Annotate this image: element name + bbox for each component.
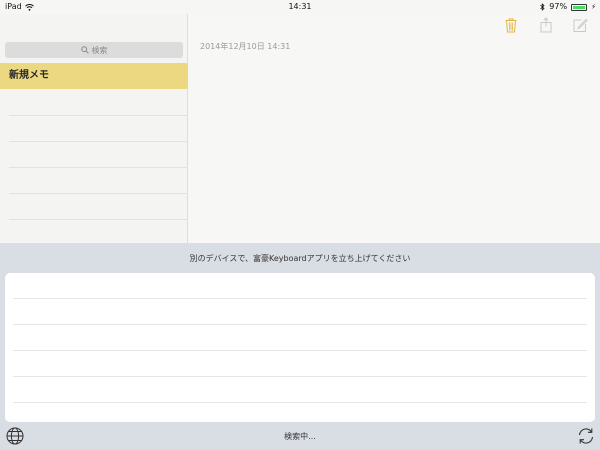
compose-icon[interactable] (572, 17, 588, 33)
list-separator (9, 141, 188, 142)
device-list[interactable] (5, 273, 595, 422)
bluetooth-icon (540, 3, 545, 11)
list-separator (9, 167, 188, 168)
battery-percent: 97% (549, 2, 568, 11)
battery-fill (573, 5, 585, 9)
status-bar: iPad 14:31 97% ⚡ (0, 0, 600, 14)
search-status: 検索中... (284, 432, 316, 441)
list-separator (9, 193, 188, 194)
refresh-icon[interactable] (576, 426, 596, 446)
note-list-item-selected[interactable]: 新規メモ (0, 63, 188, 89)
status-time: 14:31 (288, 2, 312, 11)
list-separator (13, 298, 587, 299)
battery-icon (571, 3, 588, 11)
note-editor[interactable]: 2014年12月10日 14:31 (189, 14, 600, 243)
list-separator (13, 324, 587, 325)
share-icon[interactable] (538, 17, 554, 33)
list-separator (9, 219, 188, 220)
keyboard-message: 別のデバイスで、富豪Keyboardアプリを立ち上げてください (189, 254, 411, 263)
note-date: 2014年12月10日 14:31 (200, 42, 291, 51)
list-separator (13, 376, 587, 377)
search-icon (80, 46, 89, 54)
search-input[interactable]: 検索 (5, 42, 183, 58)
keyboard-panel: 別のデバイスで、富豪Keyboardアプリを立ち上げてください 検索中... (0, 243, 600, 450)
trash-icon[interactable] (503, 17, 519, 33)
list-separator (13, 402, 587, 403)
status-right: 97% ⚡ (540, 0, 596, 14)
list-separator (9, 115, 188, 116)
charging-icon: ⚡ (591, 3, 596, 11)
notes-sidebar: 検索 新規メモ (0, 14, 188, 243)
search-placeholder: 検索 (91, 45, 108, 55)
list-separator (13, 350, 587, 351)
